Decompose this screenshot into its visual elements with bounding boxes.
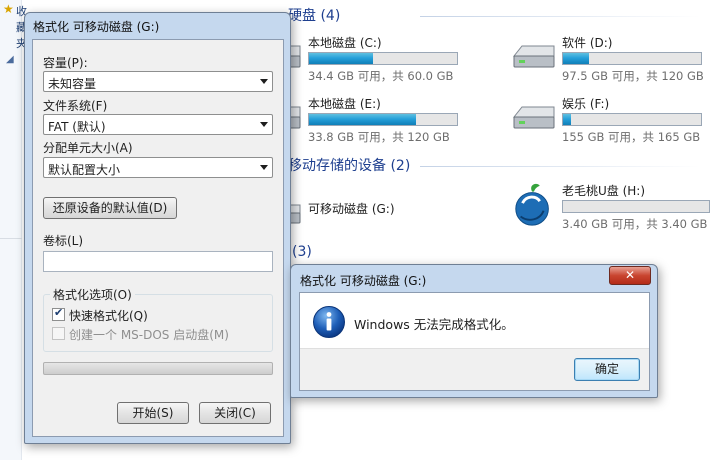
drive-name: 本地磁盘 (C:) [308, 36, 382, 50]
error-dialog-title: 格式化 可移动磁盘 (G:) [300, 274, 427, 288]
error-message: Windows 无法完成格式化。 [354, 317, 514, 332]
close-button[interactable]: 关闭(C) [199, 402, 271, 424]
volume-label: 卷标(L) [43, 234, 84, 248]
capacity-value: 未知容量 [48, 77, 97, 91]
filesystem-select[interactable]: FAT (默认) [43, 114, 273, 135]
drive-size-text: 34.4 GB 可用，共 60.0 GB [308, 69, 454, 83]
chevron-down-icon [260, 122, 268, 127]
capacity-select[interactable]: 未知容量 [43, 71, 273, 92]
group-other[interactable]: (3) [292, 244, 312, 260]
group-hard-disks[interactable]: 硬盘 (4) [288, 5, 340, 25]
drive-name: 娱乐 (F:) [562, 97, 610, 111]
allocation-label: 分配单元大小(A) [43, 141, 133, 155]
drive-name: 本地磁盘 (E:) [308, 97, 381, 111]
msdos-label: 创建一个 MS-DOS 启动盘(M) [69, 328, 229, 342]
drive-size-text: 3.40 GB 可用，共 3.40 GB [562, 217, 708, 231]
drive-name: 老毛桃U盘 (H:) [562, 184, 646, 198]
chevron-down-icon [260, 79, 268, 84]
restore-defaults-button[interactable]: 还原设备的默认值(D) [43, 197, 177, 219]
favorites-star-icon: ★ [3, 2, 14, 16]
format-progress-bar [43, 362, 273, 375]
msdos-checkbox[interactable] [52, 327, 65, 340]
error-dialog: 格式化 可移动磁盘 (G:) ✕ Windows 无法完成格式化。 确定 [290, 264, 658, 398]
hard-disk-icon [512, 106, 555, 129]
drive-size-text: 155 GB 可用，共 165 GB [562, 130, 701, 144]
filesystem-value: FAT (默认) [48, 120, 106, 134]
drive-size-text: 33.8 GB 可用，共 120 GB [308, 130, 450, 144]
quick-format-label[interactable]: 快速格式化(Q) [69, 307, 148, 324]
capacity-label: 容量(P): [43, 56, 88, 70]
group-removable[interactable]: 移动存储的设备 (2) [288, 155, 410, 175]
peach-usb-icon [515, 183, 549, 226]
allocation-value: 默认配置大小 [48, 163, 121, 177]
quick-format-checkbox[interactable] [52, 306, 65, 321]
chevron-down-icon [260, 165, 268, 170]
drive-h[interactable]: 老毛桃U盘 (H:) 3.40 GB 可用，共 3.40 GB [510, 182, 710, 234]
drive-f[interactable]: 娱乐 (F:) 155 GB 可用，共 165 GB [510, 95, 710, 147]
close-icon[interactable]: ✕ [609, 266, 651, 285]
ok-button[interactable]: 确定 [574, 358, 640, 381]
allocation-select[interactable]: 默认配置大小 [43, 157, 273, 178]
start-button[interactable]: 开始(S) [117, 402, 189, 424]
format-options-group: 格式化选项(O) 快速格式化(Q) 创建一个 MS-DOS 启动盘(M) [43, 286, 273, 352]
drive-d[interactable]: 软件 (D:) 97.5 GB 可用，共 120 GB [510, 34, 710, 86]
filesystem-label: 文件系统(F) [43, 99, 108, 113]
error-dialog-footer: 确定 [300, 348, 649, 390]
nav-divider [0, 238, 22, 239]
format-dialog-body: 容量(P): 未知容量 文件系统(F) FAT (默认) 分配单元大小(A) 默… [32, 39, 284, 437]
drive-size-text: 97.5 GB 可用，共 120 GB [562, 69, 704, 83]
nav-expand-icon[interactable]: ◢ [6, 54, 14, 65]
info-icon [313, 306, 345, 338]
drive-usage-bar [562, 113, 702, 126]
format-dialog-title: 格式化 可移动磁盘 (G:) [33, 20, 160, 34]
drive-usage-bar [308, 113, 458, 126]
navigation-pane: ★ 收藏夹 ◢ [0, 0, 27, 460]
hard-disk-icon [512, 45, 555, 68]
drive-usage-bar [562, 52, 702, 65]
drive-usage-bar [562, 200, 710, 213]
error-dialog-body: Windows 无法完成格式化。 确定 [299, 292, 650, 391]
drive-name: 软件 (D:) [562, 36, 613, 50]
group-divider [420, 16, 700, 17]
format-options-title: 格式化选项(O) [50, 286, 135, 303]
drive-usage-bar [308, 52, 458, 65]
volume-label-input[interactable] [43, 251, 273, 272]
drive-name: 可移动磁盘 (G:) [308, 202, 395, 216]
group-divider [420, 166, 700, 167]
format-dialog: 格式化 可移动磁盘 (G:) 容量(P): 未知容量 文件系统(F) FAT (… [24, 12, 291, 444]
